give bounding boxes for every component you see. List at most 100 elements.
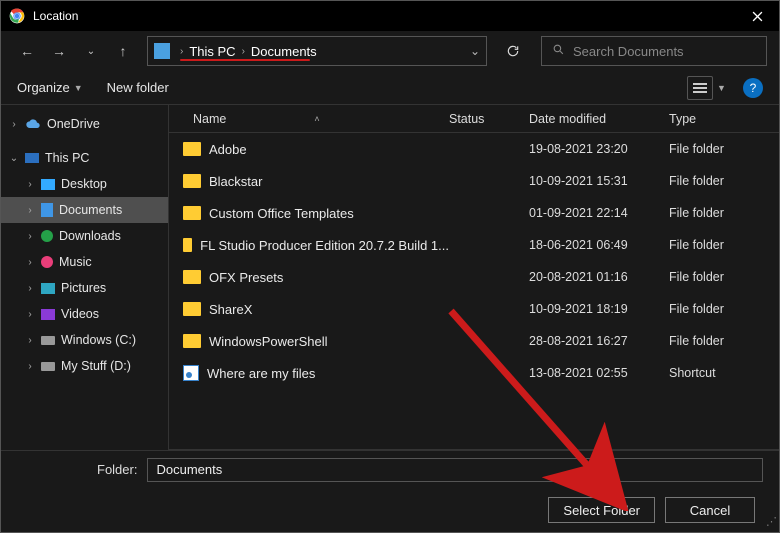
chevron-right-icon[interactable]: › (25, 309, 35, 320)
sidebar-item-documents[interactable]: › Documents (1, 197, 168, 223)
folder-label: Folder: (97, 462, 137, 477)
file-row[interactable]: FL Studio Producer Edition 20.7.2 Build … (169, 229, 779, 261)
close-button[interactable] (735, 1, 779, 31)
file-date: 20-08-2021 01:16 (529, 270, 669, 284)
chrome-icon (9, 8, 25, 24)
file-type: File folder (669, 206, 759, 220)
file-type: File folder (669, 142, 759, 156)
chevron-right-icon[interactable]: › (25, 205, 35, 216)
chevron-right-icon[interactable]: › (25, 361, 35, 372)
address-bar[interactable]: › This PC › Documents ⌄ (147, 36, 487, 66)
chevron-right-icon[interactable]: › (9, 119, 19, 130)
col-status[interactable]: Status (449, 112, 529, 126)
file-name: Custom Office Templates (209, 206, 354, 221)
col-name[interactable]: Name ˄ (169, 112, 449, 126)
file-row[interactable]: OFX Presets20-08-2021 01:16File folder (169, 261, 779, 293)
refresh-button[interactable] (497, 36, 529, 66)
chevron-right-icon[interactable]: › (25, 231, 35, 242)
chevron-down-icon[interactable]: ⌄ (470, 44, 480, 58)
refresh-icon (506, 44, 520, 58)
titlebar: Location (1, 1, 779, 31)
organize-menu[interactable]: Organize ▼ (17, 80, 83, 95)
file-name: Adobe (209, 142, 247, 157)
back-button[interactable]: ← (13, 37, 41, 65)
resize-grip[interactable]: ⋰ (766, 515, 775, 528)
file-type: File folder (669, 334, 759, 348)
file-date: 01-09-2021 22:14 (529, 206, 669, 220)
file-type: File folder (669, 238, 759, 252)
file-row[interactable]: WindowsPowerShell28-08-2021 16:27File fo… (169, 325, 779, 357)
file-row[interactable]: Where are my files 13-08-2021 02:55Shortc… (169, 357, 779, 389)
folder-row: Folder: (1, 450, 779, 488)
file-date: 13-08-2021 02:55 (529, 366, 669, 380)
file-date: 18-06-2021 06:49 (529, 238, 669, 252)
sidebar-item-thispc[interactable]: ⌄ This PC (1, 145, 168, 171)
file-row[interactable]: Adobe19-08-2021 23:20File folder (169, 133, 779, 165)
toolbar: Organize ▼ New folder ▼ ? (1, 71, 779, 105)
chevron-down-icon[interactable]: ⌄ (9, 153, 19, 164)
forward-button[interactable]: → (45, 37, 73, 65)
folder-icon (183, 174, 201, 188)
nav-row: ← → ⌄ ↑ › This PC › Documents ⌄ Search D… (1, 31, 779, 71)
file-row[interactable]: Custom Office Templates 01-09-2021 22:14F… (169, 197, 779, 229)
sidebar-item-onedrive[interactable]: › OneDrive (1, 111, 168, 137)
file-name: Blackstar (209, 174, 262, 189)
dialog-window: Location ← → ⌄ ↑ › This PC › Documents ⌄… (0, 0, 780, 533)
sort-asc-icon: ˄ (314, 114, 319, 124)
cancel-button[interactable]: Cancel (665, 497, 755, 523)
documents-icon (154, 43, 170, 59)
drive-icon (41, 362, 55, 371)
help-button[interactable]: ? (743, 78, 763, 98)
sidebar-item-music[interactable]: › Music (1, 249, 168, 275)
folder-input[interactable] (147, 458, 763, 482)
music-icon (41, 256, 53, 268)
new-folder-button[interactable]: New folder (107, 80, 169, 95)
file-row[interactable]: Blackstar10-09-2021 15:31File folder (169, 165, 779, 197)
recent-dropdown[interactable]: ⌄ (77, 37, 105, 65)
select-folder-button[interactable]: Select Folder (548, 497, 655, 523)
chevron-right-icon[interactable]: › (25, 179, 35, 190)
file-name: FL Studio Producer Edition 20.7.2 Build … (200, 238, 449, 253)
drive-icon (41, 336, 55, 345)
chevron-right-icon[interactable]: › (25, 283, 35, 294)
column-headers: Name ˄ Status Date modified Type (169, 105, 779, 133)
file-name: ShareX (209, 302, 252, 317)
sidebar-item-desktop[interactable]: › Desktop (1, 171, 168, 197)
list-view-icon (693, 82, 707, 94)
chevron-right-icon[interactable]: › (25, 257, 35, 268)
up-button[interactable]: ↑ (109, 37, 137, 65)
chevron-right-icon[interactable]: › (25, 335, 35, 346)
file-row[interactable]: ShareX10-09-2021 18:19File folder (169, 293, 779, 325)
sidebar-item-cdrive[interactable]: › Windows (C:) (1, 327, 168, 353)
sidebar-item-videos[interactable]: › Videos (1, 301, 168, 327)
file-type: Shortcut (669, 366, 759, 380)
window-title: Location (33, 9, 735, 23)
file-name: Where are my files (207, 366, 315, 381)
folder-icon (183, 238, 192, 252)
search-input[interactable]: Search Documents (541, 36, 767, 66)
file-date: 10-09-2021 15:31 (529, 174, 669, 188)
view-dropdown[interactable]: ▼ (717, 83, 729, 93)
breadcrumb-current[interactable]: Documents (249, 44, 319, 59)
col-date[interactable]: Date modified (529, 112, 669, 126)
folder-icon (183, 334, 201, 348)
view-button[interactable] (687, 76, 713, 100)
file-type: File folder (669, 270, 759, 284)
file-date: 28-08-2021 16:27 (529, 334, 669, 348)
desktop-icon (41, 179, 55, 190)
folder-icon (183, 270, 201, 284)
sidebar-item-downloads[interactable]: › Downloads (1, 223, 168, 249)
sidebar-item-ddrive[interactable]: › My Stuff (D:) (1, 353, 168, 379)
sidebar-item-pictures[interactable]: › Pictures (1, 275, 168, 301)
file-list-area: Name ˄ Status Date modified Type Adobe19… (169, 105, 779, 450)
cloud-icon (25, 116, 41, 132)
search-icon (552, 43, 565, 59)
button-row: Select Folder Cancel (1, 488, 779, 532)
file-rows: Adobe19-08-2021 23:20File folder Blacksta… (169, 133, 779, 449)
sidebar: › OneDrive ⌄ This PC › Desktop › Documen… (1, 105, 169, 450)
folder-icon (183, 302, 201, 316)
breadcrumb-root[interactable]: This PC (187, 44, 237, 59)
pc-icon (25, 153, 39, 163)
col-type[interactable]: Type (669, 112, 759, 126)
chevron-right-icon: › (176, 46, 187, 57)
